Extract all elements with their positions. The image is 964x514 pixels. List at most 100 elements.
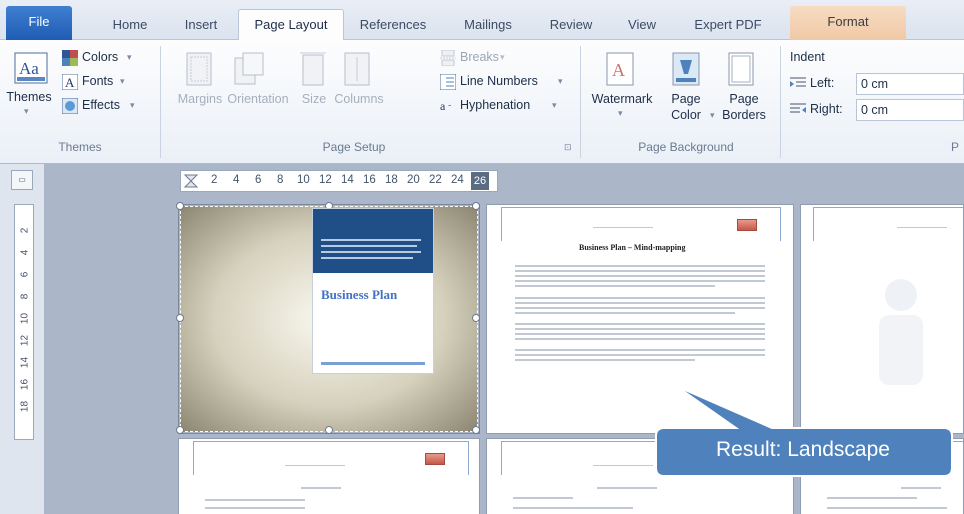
line-numbers-button[interactable]: Line Numbers (460, 74, 538, 88)
page-color-label-line1[interactable]: Page (660, 92, 712, 107)
indent-left-input[interactable]: 0 cm (856, 73, 964, 95)
columns-icon (344, 52, 370, 86)
orientation-button[interactable]: Orientation (224, 92, 292, 107)
fonts-dropdown-arrow[interactable]: ▾ (120, 76, 125, 87)
page-color-label-line2[interactable]: Color (660, 108, 712, 123)
tab-view[interactable]: View (614, 12, 670, 40)
hruler-number: 4 (233, 174, 240, 186)
ribbon-tab-bar: File Home Insert Page Layout References … (0, 0, 964, 41)
indent-right-input[interactable]: 0 cm (856, 99, 964, 121)
vertical-ruler: 2 4 6 8 10 12 14 16 18 (14, 204, 34, 440)
hruler-number: 12 (319, 174, 332, 186)
hyphenation-icon: a- (440, 98, 456, 114)
effects-button[interactable]: Effects (82, 98, 120, 112)
vruler-number: 6 (19, 271, 31, 278)
resize-handle[interactable] (472, 314, 480, 322)
page-borders-label-line2[interactable]: Borders (716, 108, 772, 123)
svg-text:A: A (65, 75, 75, 90)
vruler-number: 8 (19, 293, 31, 300)
cover-title-card[interactable]: Business Plan (312, 208, 434, 374)
breaks-dropdown-arrow[interactable]: ▾ (500, 52, 505, 63)
page-2[interactable]: Business Plan – Mind-mapping (486, 204, 794, 434)
tab-references[interactable]: References (350, 12, 436, 40)
vruler-number: 10 (19, 312, 31, 325)
vruler-number: 2 (19, 227, 31, 234)
page-setup-group-label: Page Setup (322, 140, 386, 154)
page-color-dropdown-arrow[interactable]: ▾ (710, 110, 715, 121)
tab-mailings[interactable]: Mailings (450, 12, 526, 40)
margins-icon (186, 52, 212, 86)
page-borders-icon (728, 52, 754, 86)
tab-review[interactable]: Review (536, 12, 606, 40)
watermark-icon: A (606, 52, 634, 86)
resize-handle[interactable] (325, 426, 333, 434)
watermark-button[interactable]: Watermark (590, 92, 654, 107)
svg-text:A: A (612, 60, 625, 80)
size-icon (300, 52, 326, 86)
svg-text:-: - (448, 100, 451, 111)
page-borders-label-line1[interactable]: Page (716, 92, 772, 107)
hruler-end-marker[interactable]: 26 (471, 172, 489, 190)
hruler-indent-marker-icon[interactable] (183, 173, 199, 189)
vruler-number: 16 (19, 378, 31, 391)
colors-dropdown-arrow[interactable]: ▾ (127, 52, 132, 63)
cover-footer-bar (321, 362, 425, 365)
line-numbers-icon (439, 73, 457, 91)
faded-illustration-icon (879, 279, 923, 385)
tab-page-layout[interactable]: Page Layout (238, 9, 344, 41)
hyphenation-button[interactable]: Hyphenation (460, 98, 530, 112)
breaks-button[interactable]: Breaks (460, 50, 499, 64)
breaks-icon (440, 49, 456, 67)
hruler-number: 16 (363, 174, 376, 186)
page-setup-dialog-launcher-icon[interactable]: ⊡ (564, 142, 572, 153)
tab-format[interactable]: Format (790, 6, 906, 40)
callout-text: Result: Landscape (716, 438, 890, 461)
ribbon-panel: Aa Themes ▾ Colors ▾ A Fonts ▾ Effects ▾… (0, 40, 964, 164)
tab-insert[interactable]: Insert (170, 12, 232, 40)
colors-icon (62, 50, 78, 66)
svg-text:a: a (440, 99, 446, 113)
page-4[interactable] (178, 438, 480, 514)
columns-button[interactable]: Columns (334, 92, 384, 107)
word-window: File Home Insert Page Layout References … (0, 0, 964, 514)
vruler-number: 18 (19, 400, 31, 413)
size-button[interactable]: Size (296, 92, 332, 107)
resize-handle[interactable] (176, 426, 184, 434)
resize-handle[interactable] (176, 314, 184, 322)
view-ruler-button[interactable]: ▭ (11, 170, 33, 190)
resize-handle[interactable] (472, 202, 480, 210)
cover-title: Business Plan (321, 287, 398, 302)
tab-expert-pdf[interactable]: Expert PDF (680, 12, 776, 40)
indent-left-label: Left: (810, 76, 835, 90)
resize-handle[interactable] (176, 202, 184, 210)
themes-button[interactable]: Themes (0, 90, 58, 105)
hruler-number: 24 (451, 174, 464, 186)
group-separator (160, 46, 161, 158)
themes-dropdown-arrow[interactable]: ▾ (24, 106, 29, 117)
page-background-group-label: Page Background (638, 140, 734, 154)
tab-file[interactable]: File (6, 6, 72, 40)
vruler-number: 12 (19, 334, 31, 347)
paragraph-group-label: P (950, 140, 959, 154)
group-separator (580, 46, 581, 158)
effects-dropdown-arrow[interactable]: ▾ (130, 100, 135, 111)
horizontal-ruler: 2 4 6 8 10 12 14 16 18 20 22 24 26 (180, 170, 498, 192)
resize-handle[interactable] (472, 426, 480, 434)
fonts-button[interactable]: Fonts (82, 74, 113, 88)
indent-left-icon (790, 76, 806, 90)
vruler-number: 14 (19, 356, 31, 369)
themes-icon[interactable]: Aa (14, 52, 48, 84)
page-3[interactable] (800, 204, 964, 434)
colors-button[interactable]: Colors (82, 50, 118, 64)
tab-home[interactable]: Home (96, 12, 164, 40)
hruler-number: 18 (385, 174, 398, 186)
vruler-number: 4 (19, 249, 31, 256)
cover-header-block (313, 209, 433, 273)
line-numbers-dropdown-arrow[interactable]: ▾ (558, 76, 563, 87)
watermark-dropdown-arrow[interactable]: ▾ (618, 108, 623, 119)
themes-group-label: Themes (58, 140, 102, 154)
hyphenation-dropdown-arrow[interactable]: ▾ (552, 100, 557, 111)
margins-button[interactable]: Margins (172, 92, 228, 107)
page-color-icon (672, 52, 700, 86)
header-logo-icon (425, 453, 445, 465)
